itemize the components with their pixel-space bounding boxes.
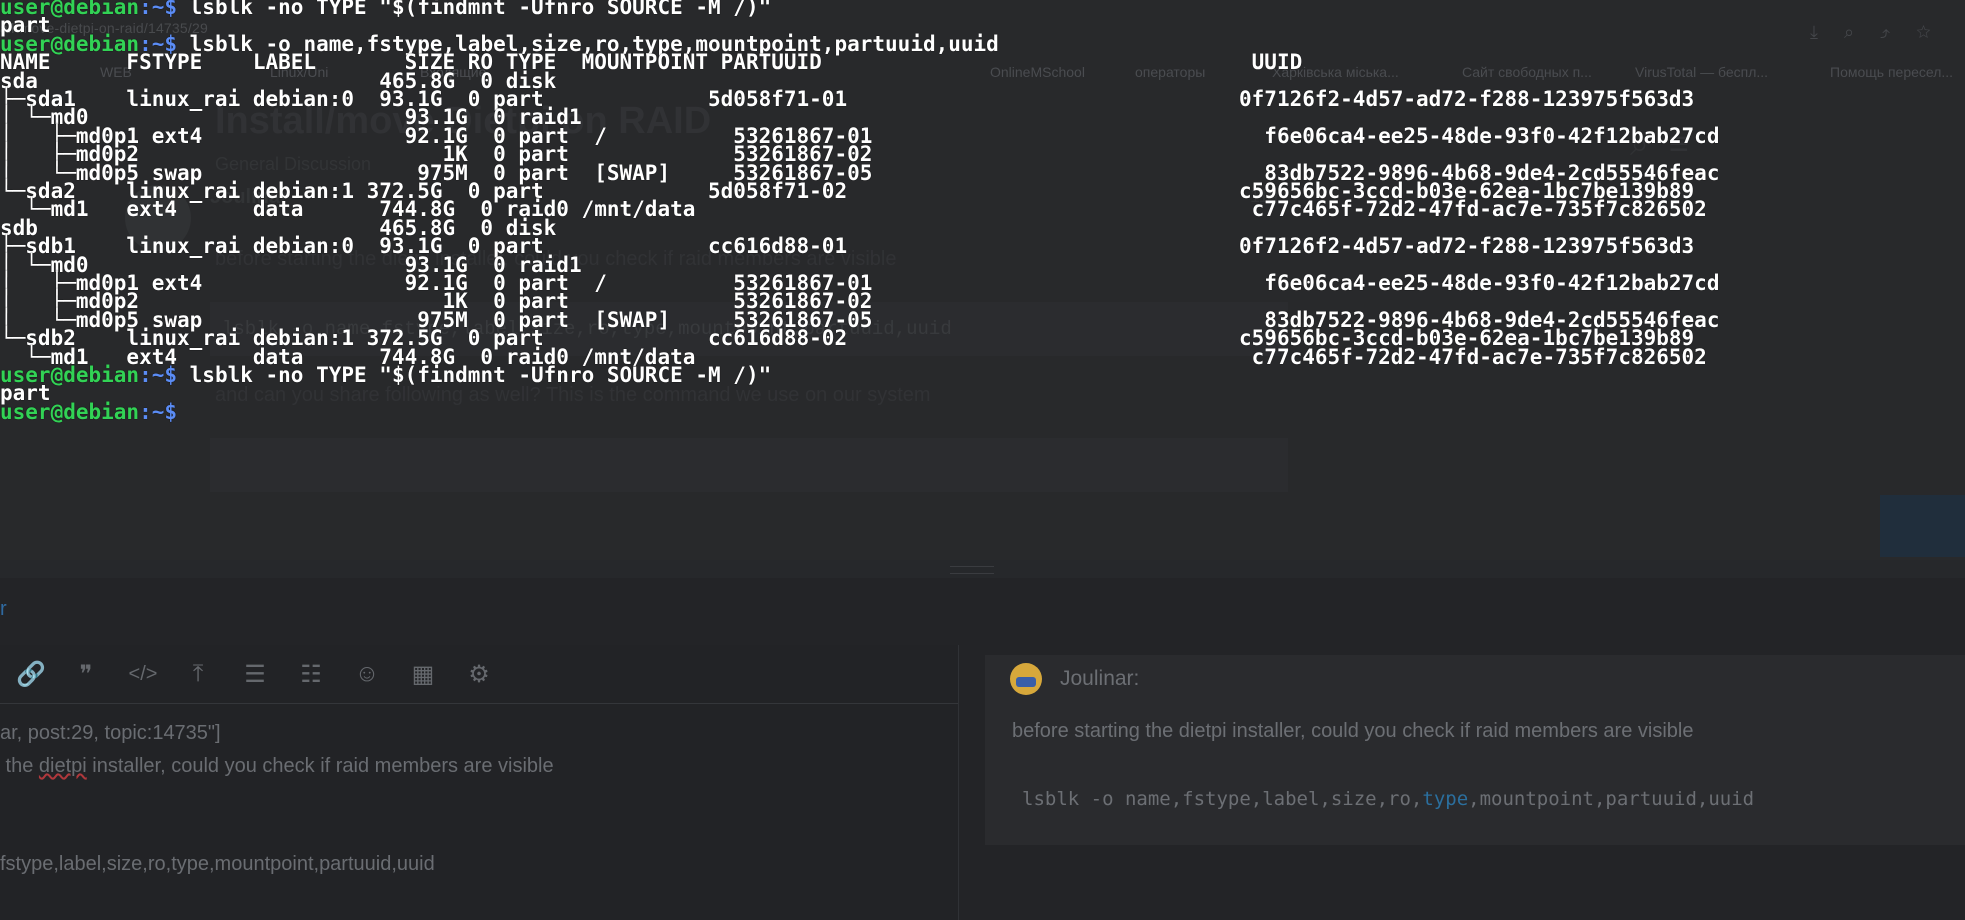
editor-line-part: installer, could you check if raid membe…	[86, 755, 554, 777]
screen: all-move-dietpi-on-raid/14735/29 ⤓⌕⤴☆ WE…	[0, 0, 1965, 920]
prompt-path: :~$	[139, 0, 178, 19]
preview-code-part: ,mountpoint,partuuid,uuid	[1468, 788, 1755, 810]
editor-line-part: the	[0, 755, 39, 777]
terminal-window[interactable]: user@debian:~$ lsblk -no TYPE "$(findmnt…	[0, 0, 1965, 560]
editor-line: the dietpi installer, could you check if…	[0, 755, 554, 778]
code-icon[interactable]: </>	[128, 663, 158, 686]
numbered-list-icon[interactable]: ☷	[296, 660, 326, 689]
preview-text: before starting the dietpi installer, co…	[1012, 720, 1694, 742]
preview-avatar	[1010, 663, 1042, 695]
resize-grip[interactable]	[950, 566, 994, 574]
upload-icon[interactable]: ⤒	[183, 660, 213, 688]
editor-line: ar, post:29, topic:14735"]	[0, 722, 221, 744]
link-icon[interactable]: 🔗	[16, 660, 46, 689]
preview-code-keyword: type	[1422, 788, 1469, 810]
command-text: lsblk -no TYPE "$(findmnt -Ufnro SOURCE …	[177, 0, 772, 19]
terminal-command-line: user@debian:~$	[0, 399, 178, 424]
terminal-command-line: user@debian:~$ lsblk -no TYPE "$(findmnt…	[0, 0, 771, 19]
quote-icon[interactable]: ❞	[71, 660, 101, 689]
misspelled-word[interactable]: dietpi	[39, 755, 87, 777]
editor-line: fstype,label,size,ro,type,mountpoint,par…	[0, 853, 435, 875]
calendar-icon[interactable]: ▦	[408, 660, 438, 689]
preview-code: lsblk -o name,fstype,label,size,ro,type,…	[1022, 788, 1754, 810]
gear-icon[interactable]: ⚙	[464, 660, 494, 689]
preview-author: Joulinar:	[1060, 667, 1140, 690]
composer-tab-label[interactable]: r	[0, 598, 7, 621]
prompt-path: :~$	[139, 399, 178, 424]
bullet-list-icon[interactable]: ☰	[240, 660, 270, 689]
terminal-command-line: user@debian:~$ lsblk -no TYPE "$(findmnt…	[0, 364, 771, 387]
prompt-path: :~$	[139, 363, 178, 387]
command-text: lsblk -no TYPE "$(findmnt -Ufnro SOURCE …	[177, 363, 772, 387]
emoji-icon[interactable]: ☺	[352, 660, 382, 688]
preview-code-part: lsblk -o name,fstype,label,size,ro,	[1022, 788, 1423, 810]
prompt-user: user@debian	[0, 399, 140, 424]
